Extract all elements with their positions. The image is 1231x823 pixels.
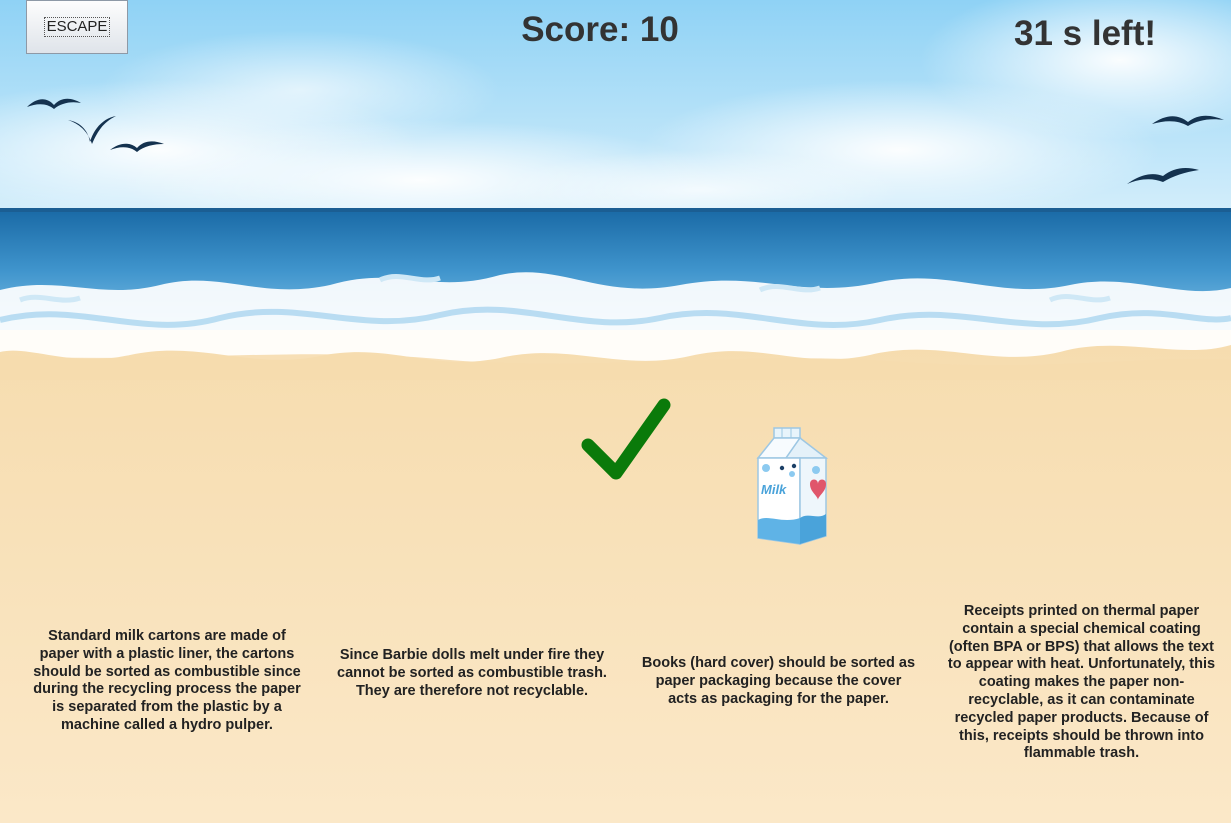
- escape-button[interactable]: ESCAPE: [26, 0, 128, 54]
- escape-label: ESCAPE: [43, 17, 111, 37]
- fact-text-1: Standard milk cartons are made of paper …: [33, 628, 301, 733]
- fact-text-4: Receipts printed on thermal paper contai…: [947, 603, 1216, 762]
- bird-icon: [1127, 168, 1199, 184]
- checkmark-icon: [581, 398, 671, 480]
- score-display: Score: 10: [521, 10, 679, 49]
- timer-display: 31 s left!: [1014, 14, 1156, 53]
- bird-icon: [1152, 115, 1224, 126]
- milk-carton-icon[interactable]: Milk: [752, 424, 832, 548]
- bird-icon: [27, 98, 81, 109]
- fact-text-3: Books (hard cover) should be sorted as p…: [641, 655, 916, 707]
- milk-label: Milk: [761, 482, 787, 497]
- bird-icon: [110, 141, 164, 152]
- fact-text-2: Since Barbie dolls melt under fire they …: [337, 647, 607, 699]
